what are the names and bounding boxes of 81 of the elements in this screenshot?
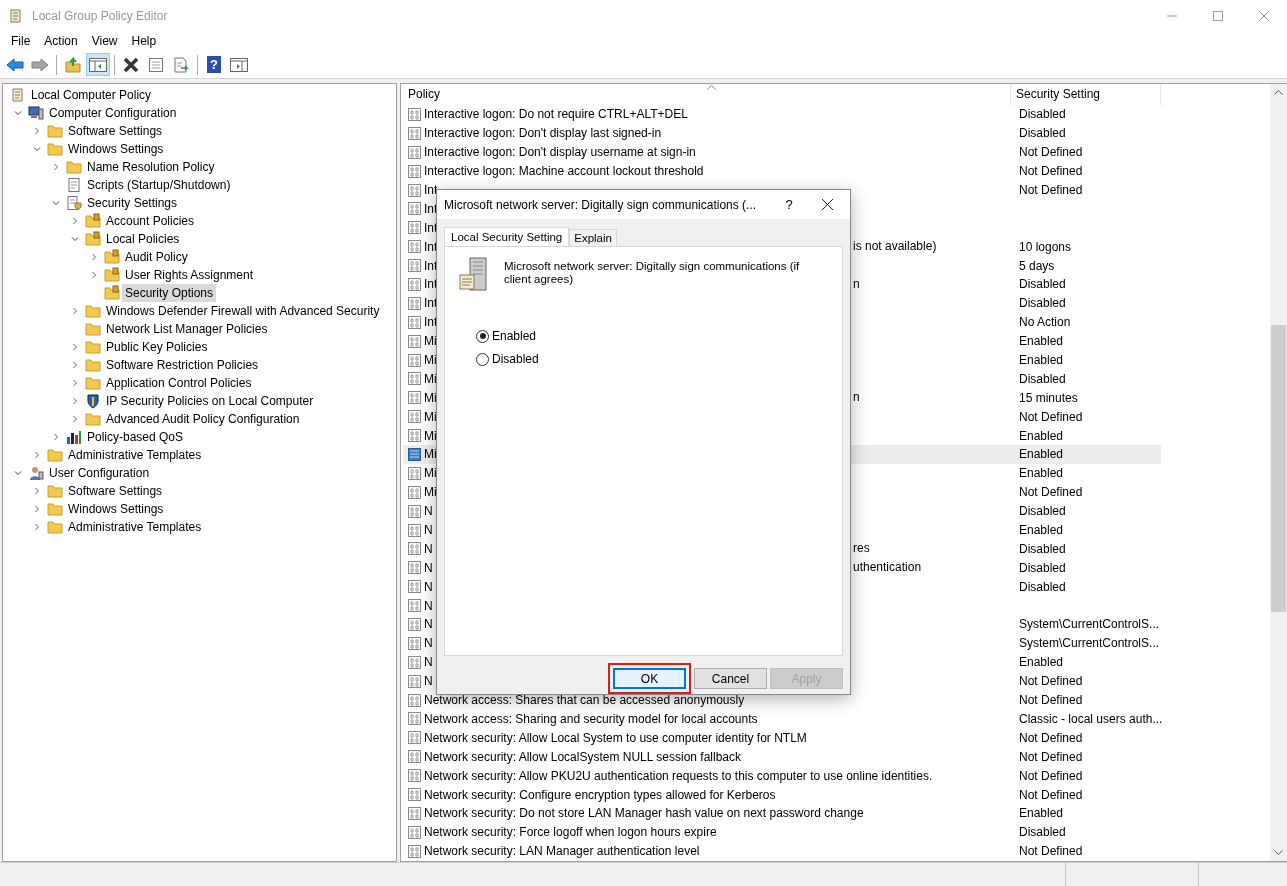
policy-name: N [424, 617, 433, 632]
table-cell-text: Not Defined [1018, 409, 1084, 424]
table-cell-text: Not Defined [1018, 768, 1084, 783]
policy-name: Network security: Configure encryption types allowed for Kerberos [424, 787, 776, 802]
policy-name: Network security: Allow PKU2U authentication requests to this computer to use online identities. [424, 768, 933, 783]
policy-name: N [424, 541, 433, 556]
policy-name: Mi [424, 447, 437, 462]
table-cell-text: System\CurrentControlS... [1018, 617, 1161, 632]
policy-name: N [424, 598, 433, 613]
table-cell-text: Enabled [1018, 353, 1065, 367]
table-cell-text: Not Defined [1018, 485, 1084, 500]
policy-name: N [424, 655, 433, 670]
policy-description: Microsoft network server: Digitally sign communications (if client agrees) [504, 259, 801, 287]
policy-name: uthentication [853, 560, 922, 575]
policy-name: Interactive logon: Don't display username at sign-in [424, 145, 696, 160]
table-cell-text: Disabled [1018, 277, 1067, 292]
policy-name: n [853, 390, 860, 405]
table-cell-text: Enabled [1018, 428, 1065, 443]
table-cell-text: Not Defined [1018, 844, 1084, 859]
policy-name: Interactive logon: Machine account lockout threshold [424, 164, 704, 179]
policy-name: Interactive logon: Don't display last signed-in [424, 126, 662, 141]
table-cell-text: Disabled [1018, 371, 1067, 386]
policy-name: Mi [424, 390, 437, 405]
policy-name: res [853, 541, 870, 556]
policy-name: Mi [424, 334, 437, 349]
policy-name: Mi [424, 466, 437, 481]
table-cell-text: Disabled [1018, 107, 1067, 122]
table-cell-text: 5 days [1018, 258, 1056, 273]
table-cell-text: Not Defined [1018, 749, 1084, 764]
policy-name: N [424, 674, 433, 689]
table-cell-text: Not Defined [1018, 164, 1084, 179]
policy-name: Network security: Force logoff when logon hours expire [424, 825, 717, 840]
option-label: Disabled [492, 352, 539, 366]
table-cell-text: Disabled [1018, 504, 1067, 519]
table-cell-text: Not Defined [1018, 693, 1084, 708]
table-cell-text: Disabled [1018, 296, 1067, 311]
policy-name: Mi [424, 428, 437, 443]
policy-name: Mi [424, 485, 437, 500]
table-cell-text: Enabled [1018, 523, 1065, 538]
policy-name: Network security: Allow LocalSystem NULL session fallback [424, 749, 741, 764]
policy-name: Mi [424, 409, 437, 424]
table-cell-text: Not Defined [1018, 787, 1084, 802]
table-cell-text: Enabled [1018, 466, 1065, 481]
table-cell-text: Enabled [1018, 447, 1065, 462]
policy-name: is not available) [853, 239, 937, 254]
table-cell-text: 15 minutes [1018, 390, 1079, 405]
table-cell-text: Enabled [1018, 806, 1065, 821]
policy-name: Network security: Allow Local System to use computer identity for NTLM [424, 730, 807, 745]
policy-name: N [424, 523, 433, 538]
table-cell-text: Not Defined [1018, 183, 1084, 197]
table-cell-text: Not Defined [1018, 674, 1084, 689]
policy-name: N [424, 504, 433, 519]
table-cell-text: System\CurrentControlS... [1018, 636, 1161, 651]
help-icon: ? [207, 56, 221, 73]
policy-name: Mi [424, 353, 437, 367]
window-title: Local Group Policy Editor [32, 8, 169, 23]
table-cell-text: Disabled [1018, 825, 1067, 840]
option-label: Enabled [492, 329, 537, 343]
policy-name: Mi [424, 371, 437, 386]
table-cell-text: Disabled [1018, 541, 1067, 556]
policy-name: Network access: Shares that can be accessed anonymously [424, 693, 745, 708]
policy-name: Network access: Sharing and security model for local accounts [424, 711, 758, 726]
table-cell-text: Not Defined [1018, 730, 1084, 745]
policy-name: Interactive logon: Do not require CTRL+ALT+DEL [424, 107, 688, 122]
policy-name: N [424, 579, 433, 594]
policy-name: Network security: Do not store LAN Manager hash value on next password change [424, 806, 864, 821]
policy-name: N [424, 560, 433, 575]
policy-name: Int [424, 183, 438, 197]
table-cell-text: Disabled [1018, 560, 1067, 575]
table-cell-text: Not Defined [1018, 145, 1084, 160]
table-cell-text: Classic - local users auth... [1018, 711, 1161, 726]
policy-name: Network security: LAN Manager authentication level [424, 844, 700, 859]
dialog-title: Microsoft network server: Digitally sign communications (... [444, 197, 758, 212]
table-cell-text: 10 logons [1018, 239, 1073, 254]
policy-name: n [853, 277, 860, 291]
table-cell-text: No Action [1018, 315, 1072, 330]
table-cell-text: Enabled [1018, 655, 1065, 670]
table-cell-text: Disabled [1018, 579, 1067, 594]
table-cell-text: Enabled [1018, 334, 1065, 349]
table-cell-text: Disabled [1018, 126, 1067, 141]
policy-name: N [424, 636, 433, 651]
